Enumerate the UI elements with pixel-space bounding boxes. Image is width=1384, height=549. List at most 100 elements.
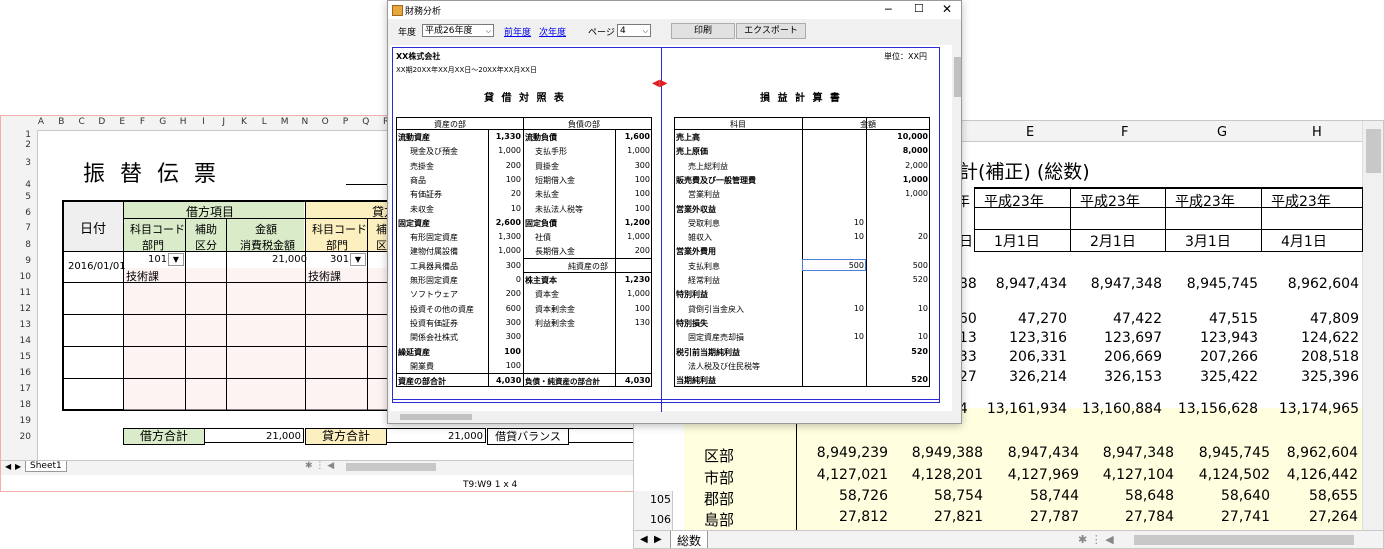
col-header-f: F bbox=[1121, 125, 1129, 140]
minimize-icon[interactable]: ─ bbox=[885, 3, 892, 16]
table-cell: 8,945,745 bbox=[1198, 445, 1270, 461]
next-year-link[interactable]: 次年度 bbox=[539, 25, 566, 38]
column-letter: H bbox=[179, 117, 187, 127]
column-line bbox=[974, 187, 975, 252]
column-letter: N bbox=[301, 117, 309, 127]
horizontal-scrollbar[interactable] bbox=[346, 463, 436, 471]
tab-next-icon[interactable]: ▶ bbox=[15, 462, 21, 471]
tab-sheet1[interactable]: Sheet1 bbox=[25, 461, 67, 472]
bs-asset-value: 300 bbox=[505, 317, 521, 327]
table-cell: 27,741 bbox=[1221, 509, 1270, 525]
vertical-scrollbar[interactable] bbox=[953, 45, 961, 411]
table-cell: 47,809 bbox=[1310, 311, 1359, 327]
column-letter: J bbox=[222, 117, 226, 127]
splitter-arrows-icon[interactable]: ◀▶ bbox=[652, 78, 667, 89]
account-code-header: 科目コード bbox=[130, 223, 185, 236]
header-divider bbox=[974, 207, 1362, 208]
tab-prev-icon[interactable]: ◀ bbox=[640, 534, 648, 545]
amount-head: 金額 bbox=[860, 120, 876, 129]
column-line bbox=[1070, 187, 1071, 252]
close-icon[interactable]: ✕ bbox=[942, 2, 952, 16]
date-header: 日付 bbox=[80, 222, 107, 237]
tab-total[interactable]: 総数 bbox=[670, 531, 709, 548]
credit-code-dropdown-icon[interactable]: ▼ bbox=[350, 253, 366, 266]
table-cell: 325,422 bbox=[1200, 369, 1258, 385]
column-letter: F bbox=[139, 117, 146, 127]
bs-asset-value: 2,600 bbox=[495, 217, 521, 227]
column-letter: B bbox=[58, 117, 65, 127]
pl-value: 1,000 bbox=[905, 189, 928, 199]
credit-total-label: 貸方合計 bbox=[305, 428, 387, 445]
year-header: 平成23年 bbox=[1175, 194, 1235, 210]
bs-asset-value: 600 bbox=[505, 303, 521, 313]
bs-liability-value: 100 bbox=[634, 189, 650, 199]
pl-label: 経常利益 bbox=[688, 276, 720, 285]
liabilities-total-value: 4,030 bbox=[625, 376, 651, 385]
horizontal-scrollbar[interactable] bbox=[390, 412, 952, 422]
credit-code[interactable]: 301 bbox=[330, 254, 349, 265]
column-letter: D bbox=[98, 117, 106, 127]
debit-amount[interactable]: 21,000 bbox=[272, 254, 307, 265]
maximize-icon[interactable]: ☐ bbox=[914, 2, 924, 15]
export-button[interactable]: エクスポート bbox=[736, 23, 806, 39]
pl-value: 8,000 bbox=[902, 146, 928, 156]
row-number: 4 bbox=[25, 180, 31, 190]
row-number: 1 bbox=[25, 130, 31, 140]
credit-dept[interactable]: 技術課 bbox=[308, 268, 341, 284]
bs-equity-value: 100 bbox=[634, 303, 650, 313]
bs-equity-label: 株主資本 bbox=[525, 276, 557, 285]
entry-date[interactable]: 2016/01/01 bbox=[68, 261, 126, 272]
bs-asset-label: 商品 bbox=[410, 175, 426, 185]
table-cell: 8,949,239 bbox=[816, 445, 888, 461]
debit-dept[interactable]: 技術課 bbox=[126, 268, 159, 284]
table-cell: 4,124,502 bbox=[1198, 467, 1270, 483]
balance-sheet-title: 貸 借 対 照 表 bbox=[484, 93, 566, 104]
column-line bbox=[1261, 187, 1262, 252]
bs-equity-value: 130 bbox=[634, 317, 650, 327]
table-cell: 123,316 bbox=[1009, 330, 1067, 346]
column-letter: L bbox=[261, 117, 267, 127]
bs-liability-label: 短期借入金 bbox=[535, 175, 575, 185]
pl-label: 特別損失 bbox=[676, 318, 708, 328]
pl-label: 支払利息 bbox=[688, 261, 720, 271]
assets-head: 資産の部 bbox=[434, 120, 466, 129]
year-select[interactable]: 平成26年度 ⌵ bbox=[422, 24, 494, 37]
tab-split-icon[interactable]: ✱ ⋮ ◀ bbox=[305, 461, 334, 471]
bs-asset-value: 0 bbox=[515, 275, 521, 284]
bs-liability-label: 固定負債 bbox=[525, 218, 557, 228]
col-header-g: G bbox=[1217, 125, 1228, 140]
col-header-e: E bbox=[1026, 125, 1035, 140]
page-select[interactable]: 4 ⌵ bbox=[617, 24, 651, 37]
pl-label: 営業外費用 bbox=[676, 247, 716, 257]
debit-code-dropdown-icon[interactable]: ▼ bbox=[168, 253, 184, 266]
table-cell: 8,945,745 bbox=[1186, 276, 1258, 292]
row-number: 6 bbox=[25, 208, 31, 218]
row-number: 8 bbox=[25, 240, 31, 250]
bs-liability-label: 未払金 bbox=[535, 190, 559, 200]
bs-liability-label: 社債 bbox=[535, 233, 551, 243]
app-icon bbox=[392, 5, 403, 16]
tab-next-icon[interactable]: ▶ bbox=[654, 534, 662, 545]
table-cell: 124,622 bbox=[1301, 330, 1359, 346]
print-button[interactable]: 印刷 bbox=[671, 23, 735, 39]
pl-sub-value: 500 bbox=[848, 260, 864, 270]
bs-liability-label: 長期借入金 bbox=[535, 247, 575, 257]
prev-year-link[interactable]: 前年度 bbox=[504, 25, 531, 38]
tab-split-icon[interactable]: ✱ ⋮ ◀ bbox=[1078, 533, 1114, 546]
table-cell: 8,947,348 bbox=[1102, 445, 1174, 461]
pl-label: 受取利息 bbox=[688, 218, 720, 228]
table-cell: 123,943 bbox=[1200, 330, 1258, 346]
page-splitter[interactable] bbox=[661, 47, 662, 417]
pl-sub-value: 10 bbox=[853, 303, 864, 313]
row-number: 2 bbox=[25, 140, 31, 150]
vertical-scrollbar[interactable] bbox=[1362, 121, 1383, 531]
debit-code[interactable]: 101 bbox=[148, 254, 167, 265]
sheet-tab-bar: ◀ ▶ 総数 ✱ ⋮ ◀ bbox=[634, 530, 1383, 548]
row-number-105: 105 bbox=[650, 493, 671, 506]
horizontal-scrollbar[interactable] bbox=[1134, 535, 1354, 545]
pl-label: 貸倒引当金戻入 bbox=[688, 304, 744, 314]
table-cell: 4,126,442 bbox=[1286, 467, 1358, 483]
pl-label: 売上総利益 bbox=[688, 161, 728, 171]
tab-prev-icon[interactable]: ◀ bbox=[5, 462, 11, 471]
bs-asset-label: 固定資産 bbox=[398, 218, 430, 228]
